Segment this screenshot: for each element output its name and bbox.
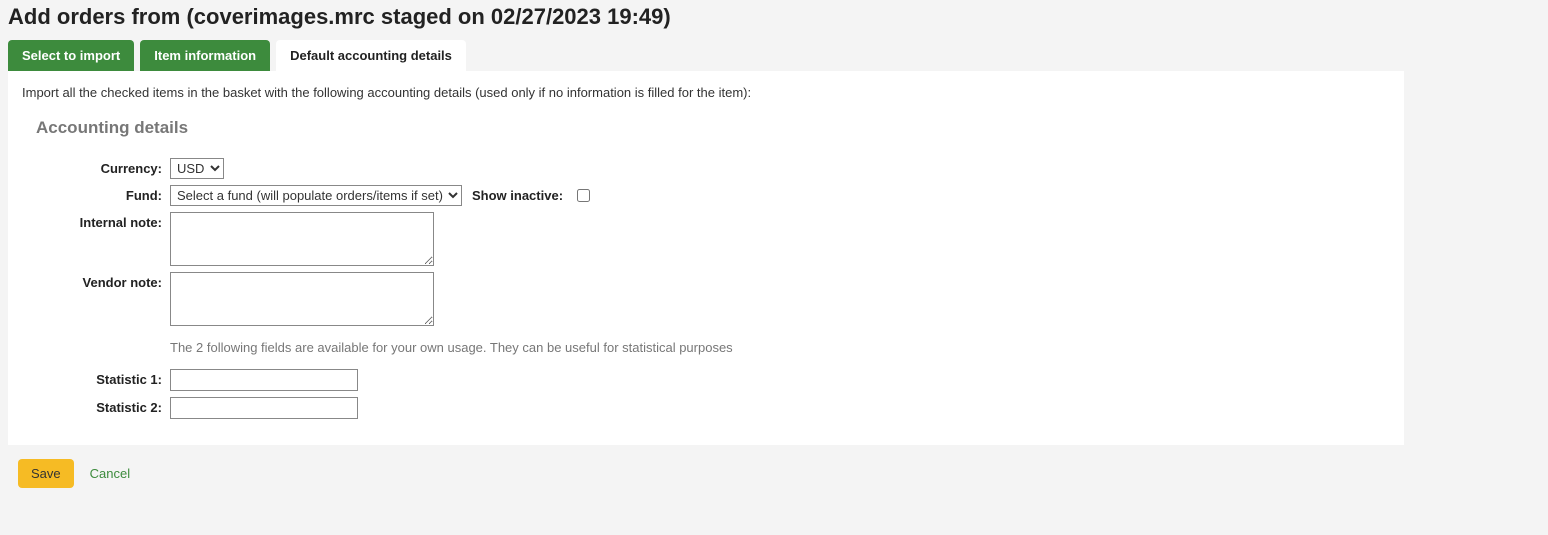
internal-note-textarea[interactable] — [170, 212, 434, 266]
vendor-note-textarea[interactable] — [170, 272, 434, 326]
stat2-input[interactable] — [170, 397, 358, 419]
internal-note-label: Internal note: — [22, 212, 170, 230]
intro-text: Import all the checked items in the bask… — [22, 85, 1390, 100]
fund-select[interactable]: Select a fund (will populate orders/item… — [170, 185, 462, 206]
row-internal-note: Internal note: — [22, 212, 1390, 266]
tab-item-information[interactable]: Item information — [140, 40, 270, 71]
show-inactive-label: Show inactive: — [472, 188, 563, 203]
fund-label: Fund: — [22, 185, 170, 203]
stat1-input[interactable] — [170, 369, 358, 391]
tabs: Select to import Item information Defaul… — [8, 40, 1540, 71]
tab-default-accounting-details[interactable]: Default accounting details — [276, 40, 466, 71]
show-inactive-checkbox[interactable] — [577, 189, 590, 202]
row-fund: Fund: Select a fund (will populate order… — [22, 185, 1390, 206]
stat1-label: Statistic 1: — [22, 369, 170, 387]
row-vendor-note: Vendor note: — [22, 272, 1390, 326]
stats-hint: The 2 following fields are available for… — [170, 340, 1390, 355]
cancel-link[interactable]: Cancel — [90, 466, 130, 481]
save-button[interactable]: Save — [18, 459, 74, 488]
row-stat2: Statistic 2: — [22, 397, 1390, 419]
actions: Save Cancel — [8, 459, 1540, 488]
row-stat1: Statistic 1: — [22, 369, 1390, 391]
stat2-label: Statistic 2: — [22, 397, 170, 415]
currency-select[interactable]: USD — [170, 158, 224, 179]
row-currency: Currency: USD — [22, 158, 1390, 179]
tab-select-to-import[interactable]: Select to import — [8, 40, 134, 71]
page-title: Add orders from (coverimages.mrc staged … — [8, 4, 1540, 30]
vendor-note-label: Vendor note: — [22, 272, 170, 290]
currency-label: Currency: — [22, 158, 170, 176]
accounting-panel: Import all the checked items in the bask… — [8, 71, 1404, 445]
section-title: Accounting details — [36, 118, 1390, 138]
